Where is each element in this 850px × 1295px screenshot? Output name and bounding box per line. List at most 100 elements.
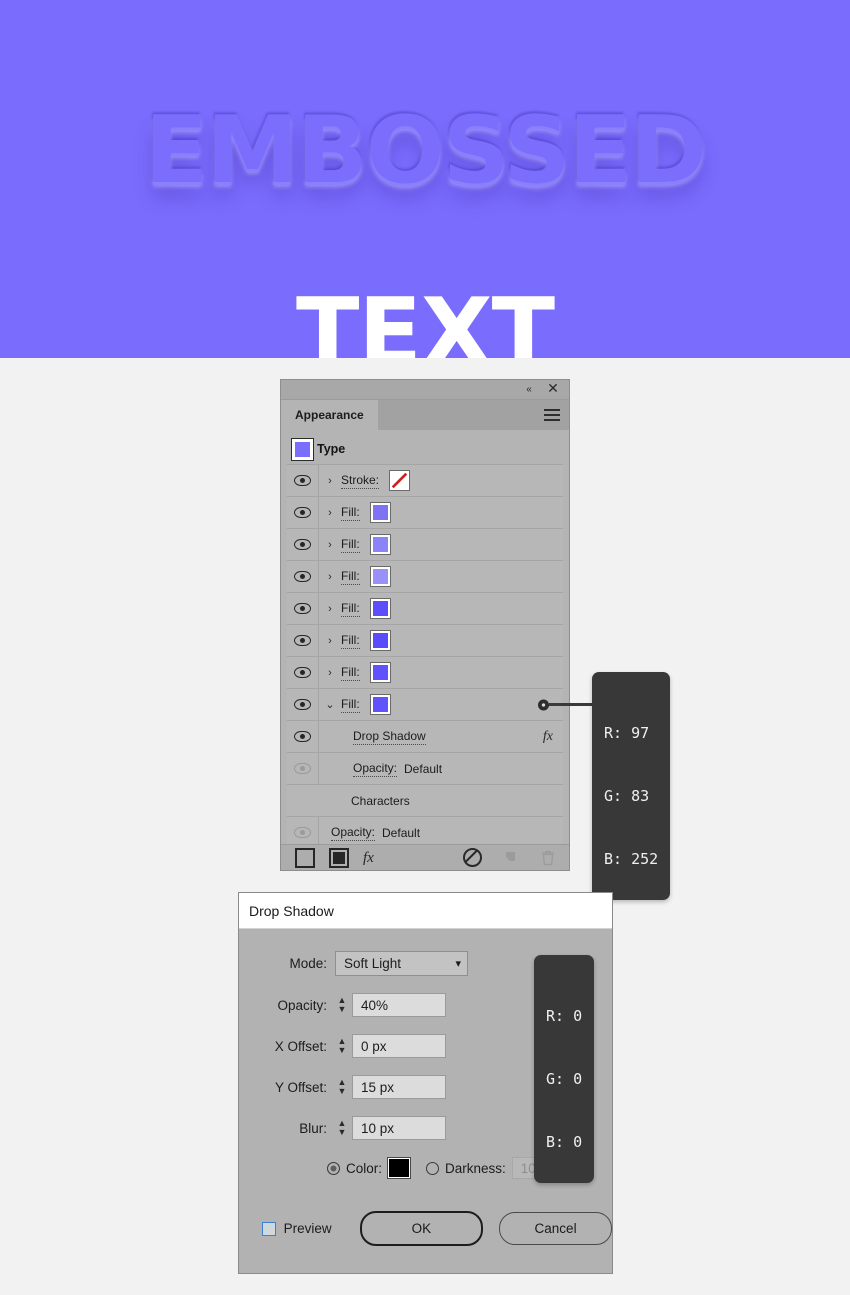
appearance-row-fill-7-expanded[interactable]: ⌄ Fill: — [287, 689, 563, 721]
y-offset-input[interactable]: 15 px — [352, 1075, 446, 1099]
add-new-stroke-icon[interactable] — [295, 847, 315, 868]
fill-label-5[interactable]: Fill: — [341, 633, 360, 649]
appearance-row-opacity-fill[interactable]: Opacity: Default — [287, 753, 563, 785]
opacity-label-fill[interactable]: Opacity: — [353, 761, 398, 777]
collapse-panel-icon[interactable]: « — [521, 383, 537, 397]
fill-label-6[interactable]: Fill: — [341, 665, 360, 681]
appearance-row-fill-4[interactable]: › Fill: — [287, 593, 563, 625]
delete-item-icon[interactable] — [541, 850, 555, 866]
darkness-radio[interactable] — [426, 1161, 440, 1175]
color-label: Color: — [346, 1160, 383, 1176]
dialog-titlebar: Drop Shadow — [239, 893, 612, 929]
expand-arrow-stroke[interactable]: › — [319, 475, 341, 487]
fill-swatch-5[interactable] — [369, 630, 391, 651]
expand-arrow-fill-4[interactable]: › — [319, 603, 341, 615]
panel-titlebar: « ✕ — [281, 380, 569, 400]
appearance-row-fill-5[interactable]: › Fill: — [287, 625, 563, 657]
fx-icon[interactable]: fx — [543, 729, 553, 745]
appearance-type-row[interactable]: Type — [287, 434, 563, 465]
tab-appearance[interactable]: Appearance — [281, 400, 378, 430]
visibility-toggle-fill-6[interactable] — [287, 657, 319, 688]
fill-swatch-4[interactable] — [369, 598, 391, 619]
appearance-row-drop-shadow[interactable]: Drop Shadow fx — [287, 721, 563, 753]
stroke-swatch-none[interactable] — [389, 470, 411, 491]
expand-arrow-fill-6[interactable]: › — [319, 667, 341, 679]
eye-icon — [294, 603, 311, 614]
visibility-toggle-fill-3[interactable] — [287, 561, 319, 592]
visibility-toggle-fill-7[interactable] — [287, 689, 319, 720]
fill-label-4[interactable]: Fill: — [341, 601, 360, 617]
fill-swatch-7[interactable] — [369, 694, 391, 715]
visibility-toggle-fill-4[interactable] — [287, 593, 319, 624]
appearance-row-stroke[interactable]: › Stroke: — [287, 465, 563, 497]
target-indicator-icon[interactable] — [538, 699, 549, 710]
eye-icon — [294, 763, 311, 774]
visibility-toggle-drop-shadow[interactable] — [287, 721, 319, 752]
add-new-fill-icon[interactable] — [329, 847, 349, 868]
appearance-row-fill-1[interactable]: › Fill: — [287, 497, 563, 529]
shadow-color-callout: R: 0 G: 0 B: 0 — [534, 955, 595, 1183]
text-headline: TEXT — [0, 286, 850, 359]
blur-label: Blur: — [299, 1120, 327, 1136]
shadow-callout-r: R: 0 — [546, 1007, 583, 1025]
drop-shadow-label[interactable]: Drop Shadow — [353, 729, 426, 745]
fill-label-1[interactable]: Fill: — [341, 505, 360, 521]
opacity-label-characters[interactable]: Opacity: — [331, 825, 376, 841]
cancel-button[interactable]: Cancel — [499, 1212, 612, 1245]
fill-label-7[interactable]: Fill: — [341, 697, 360, 713]
appearance-row-fill-6[interactable]: › Fill: — [287, 657, 563, 689]
eye-icon — [294, 731, 311, 742]
expand-arrow-fill-5[interactable]: › — [319, 635, 341, 647]
mode-select-value: Soft Light — [344, 956, 402, 971]
color-radio[interactable] — [327, 1161, 340, 1175]
fill-swatch-6[interactable] — [369, 662, 391, 683]
panel-menu-icon[interactable] — [544, 409, 560, 421]
appearance-row-fill-2[interactable]: › Fill: — [287, 529, 563, 561]
dialog-title: Drop Shadow — [249, 902, 334, 919]
preview-label[interactable]: Preview — [284, 1221, 332, 1236]
opacity-input[interactable]: 40% — [352, 993, 446, 1017]
fill-swatch-1[interactable] — [369, 502, 391, 523]
embossed-headline-text: EMBOSSED — [144, 96, 708, 204]
blur-input[interactable]: 10 px — [352, 1116, 446, 1140]
eye-icon — [294, 475, 311, 486]
blur-stepper[interactable]: ▲ ▼ — [335, 1116, 349, 1140]
eye-icon — [294, 507, 311, 518]
shadow-color-swatch[interactable] — [387, 1157, 412, 1179]
fill-swatch-3[interactable] — [369, 566, 391, 587]
visibility-toggle-stroke[interactable] — [287, 465, 319, 496]
appearance-row-characters[interactable]: Characters — [287, 785, 563, 817]
expand-arrow-fill-2[interactable]: › — [319, 539, 341, 551]
ok-button[interactable]: OK — [359, 1211, 484, 1246]
preview-checkbox[interactable] — [262, 1221, 276, 1236]
x-offset-input[interactable]: 0 px — [352, 1034, 446, 1058]
eye-icon — [294, 667, 311, 678]
add-new-effect-icon[interactable]: fx — [363, 850, 374, 866]
fill-label-3[interactable]: Fill: — [341, 569, 360, 585]
fill-label-2[interactable]: Fill: — [341, 537, 360, 553]
stroke-label[interactable]: Stroke: — [341, 473, 380, 489]
mode-select[interactable]: Soft Light ▾ — [335, 951, 468, 976]
fill-swatch-2[interactable] — [369, 534, 391, 555]
shadow-callout-g: G: 0 — [546, 1070, 583, 1088]
visibility-toggle-fill-1[interactable] — [287, 497, 319, 528]
appearance-row-fill-3[interactable]: › Fill: — [287, 561, 563, 593]
expand-arrow-fill-3[interactable]: › — [319, 571, 341, 583]
close-icon[interactable]: ✕ — [545, 381, 561, 397]
visibility-toggle-fill-5[interactable] — [287, 625, 319, 656]
expand-arrow-fill-1[interactable]: › — [319, 507, 341, 519]
eye-icon — [294, 827, 311, 838]
duplicate-item-icon[interactable] — [504, 850, 519, 865]
shadow-callout-b: B: 0 — [546, 1133, 583, 1151]
none-slash-icon — [391, 472, 408, 489]
visibility-toggle-fill-2[interactable] — [287, 529, 319, 560]
tab-appearance-label: Appearance — [295, 408, 364, 422]
clear-appearance-icon[interactable] — [463, 848, 482, 867]
x-offset-stepper[interactable]: ▲ ▼ — [335, 1034, 349, 1058]
collapse-arrow-fill-7[interactable]: ⌄ — [319, 698, 341, 711]
y-offset-stepper[interactable]: ▲ ▼ — [335, 1075, 349, 1099]
visibility-toggle-opacity-fill[interactable] — [287, 753, 319, 784]
opacity-stepper[interactable]: ▲ ▼ — [335, 993, 349, 1017]
dialog-button-row: Preview OK Cancel — [239, 1211, 612, 1246]
eye-icon — [294, 571, 311, 582]
